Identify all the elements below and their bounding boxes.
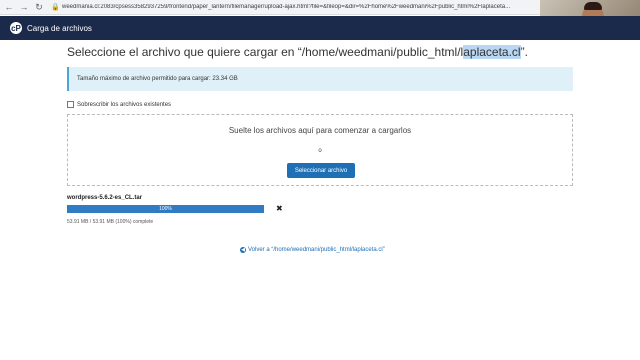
overwrite-label: Sobrescribir los archivos existentes — [77, 101, 172, 108]
uploaded-file-name: wordpress-5.6.2-es_CL.tar — [67, 195, 143, 201]
cpanel-logo-icon[interactable]: cP — [10, 22, 22, 34]
upload-progress-fill: 100% — [67, 205, 264, 213]
back-link[interactable]: ◀ Volver a “/home/weedmani/public_html/l… — [240, 247, 385, 253]
upload-status: 53.91 MB / 53.91 MB (100%) complete — [67, 219, 154, 225]
page-title-highlight: aplaceta.cl — [463, 45, 521, 59]
back-arrow-icon[interactable]: ← — [3, 1, 15, 13]
address-bar[interactable]: weedmania.cl:2083/cpsess3582937259/front… — [62, 4, 542, 10]
upload-progress-bar: 100% — [67, 205, 264, 213]
person-hair — [584, 2, 602, 10]
cancel-upload-icon[interactable]: ✖ — [276, 204, 283, 213]
file-dropzone[interactable]: Suelte los archivos aquí para comenzar a… — [67, 114, 573, 186]
circle-arrow-left-icon: ◀ — [240, 247, 246, 253]
page-title-suffix: ”. — [520, 45, 528, 59]
dropzone-or: o — [318, 148, 322, 154]
overwrite-checkbox-row[interactable]: Sobrescribir los archivos existentes — [67, 101, 171, 108]
reload-icon[interactable]: ↻ — [33, 1, 45, 13]
cpanel-header: cP Carga de archivos — [0, 16, 640, 40]
header-title: Carga de archivos — [27, 23, 92, 33]
back-link-label[interactable]: Volver a “/home/weedmani/public_html/lap… — [248, 247, 385, 253]
lock-icon: 🔒 — [51, 4, 60, 11]
page-title: Seleccione el archivo que quiere cargar … — [67, 45, 528, 59]
forward-arrow-icon[interactable]: → — [18, 1, 30, 13]
select-file-button[interactable]: Seleccionar archivo — [287, 163, 355, 178]
dropzone-text: Suelte los archivos aquí para comenzar a… — [228, 126, 412, 135]
overwrite-checkbox[interactable] — [67, 101, 74, 108]
page-title-prefix: Seleccione el archivo que quiere cargar … — [67, 45, 464, 59]
max-size-info: Tamaño máximo de archivo permitido para … — [67, 67, 573, 91]
